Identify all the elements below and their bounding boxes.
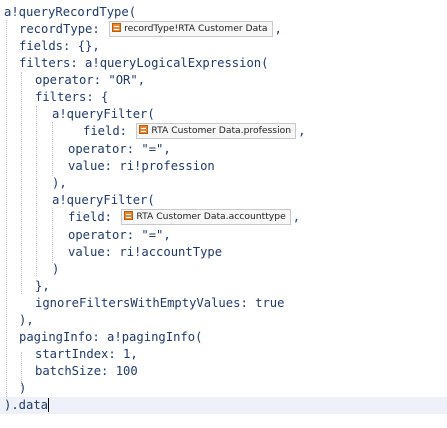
record-field-chip-label: RTA Customer Data.profession [151,124,292,136]
code-line[interactable]: }, [0,278,447,295]
record-field-chip[interactable]: RTA Customer Data.accounttype [121,208,291,225]
code-line[interactable]: startIndex: 1, [0,346,447,363]
code-line[interactable]: ), [0,312,447,329]
code-line[interactable]: ignoreFiltersWithEmptyValues: true [0,295,447,312]
code-text: ), [19,313,34,327]
code-text: ), [52,176,67,190]
record-type-chip[interactable]: recordType!RTA Customer Data [109,20,273,37]
code-text: , [298,124,306,138]
expression-editor[interactable]: a!queryRecordType( recordType: recordTyp… [0,0,447,428]
record-field-chip-label: RTA Customer Data.accounttype [136,210,286,222]
code-line[interactable]: ) [0,261,447,278]
code-line[interactable]: value: ri!profession [0,158,447,175]
code-text: operator: "=", [68,228,171,242]
code-line[interactable]: field: RTA Customer Data.profession, [0,122,447,140]
code-line[interactable]: operator: "=", [0,141,447,158]
record-type-icon [139,124,149,134]
code-text: field: [83,124,128,138]
code-text: field: [68,210,113,224]
code-line[interactable]: ) [0,380,447,397]
code-text: , [292,210,301,224]
code-line[interactable]: filters: a!queryLogicalExpression( [0,55,447,72]
code-text: ignoreFiltersWithEmptyValues: true [35,296,285,310]
code-line[interactable]: a!queryFilter( [0,106,447,123]
code-text: ) [52,262,60,276]
active-code-line[interactable]: ).data [0,397,447,414]
code-line[interactable]: filters: { [0,89,447,106]
code-text: ) [19,381,27,395]
code-text: a!queryRecordType( [4,5,137,19]
code-text: value: ri!profession [68,159,215,173]
text-cursor [48,398,50,412]
code-line[interactable]: pagingInfo: a!pagingInfo( [0,329,447,346]
code-line[interactable]: operator: "=", [0,227,447,244]
record-type-icon [112,22,122,32]
code-text: startIndex: 1, [35,347,138,361]
code-text: pagingInfo: a!pagingInfo( [19,330,203,344]
record-type-chip-label: recordType!RTA Customer Data [124,22,268,34]
code-text: a!queryFilter( [52,193,155,207]
code-line[interactable]: field: RTA Customer Data.accounttype, [0,208,447,226]
code-text: , [274,22,282,36]
code-text: operator: "=", [68,142,171,156]
code-line[interactable]: ), [0,175,447,192]
record-field-chip[interactable]: RTA Customer Data.profession [136,122,297,139]
code-text: filters: { [35,90,109,104]
code-line[interactable]: batchSize: 100 [0,363,447,380]
code-line[interactable]: fields: {}, [0,38,447,55]
record-type-icon [124,210,134,220]
code-text: }, [35,279,50,293]
code-text: operator: "OR", [35,73,146,87]
code-text: filters: a!queryLogicalExpression( [19,56,269,70]
code-text: recordType: [19,22,100,36]
code-line[interactable]: a!queryFilter( [0,192,447,209]
code-text: a!queryFilter( [52,107,155,121]
code-text: fields: {}, [19,39,100,53]
code-line[interactable]: operator: "OR", [0,72,447,89]
code-line[interactable]: value: ri!accountType [0,244,447,261]
code-line[interactable]: a!queryRecordType( [0,4,447,21]
code-text: batchSize: 100 [35,364,138,378]
code-text: value: ri!accountType [68,245,223,259]
code-line[interactable]: recordType: recordType!RTA Customer Data… [0,20,447,38]
code-text: ).data [4,398,49,412]
